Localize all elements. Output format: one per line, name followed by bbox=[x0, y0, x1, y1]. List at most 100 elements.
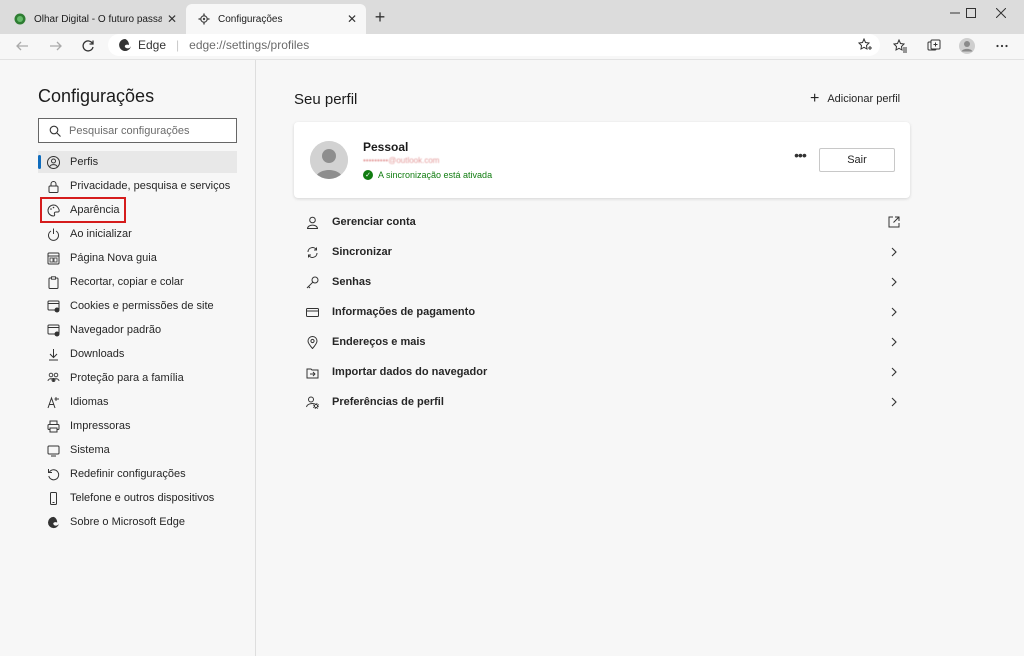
row-label: Endereços e mais bbox=[332, 336, 426, 348]
row-label: Sincronizar bbox=[332, 246, 392, 258]
profile-settings-icon bbox=[304, 394, 320, 410]
sidebar-item-label: Página Nova guia bbox=[70, 252, 157, 264]
row-importar-dados[interactable]: Importar dados do navegador bbox=[294, 357, 910, 387]
favorites-icon bbox=[893, 39, 907, 53]
avatar bbox=[310, 141, 348, 179]
settings-sidebar: Configurações Perfis Privacidade, pesqui… bbox=[0, 60, 256, 656]
profile-icon bbox=[46, 155, 60, 169]
row-label: Senhas bbox=[332, 276, 372, 288]
phone-icon bbox=[46, 491, 60, 505]
tab-title: Configurações bbox=[218, 13, 283, 25]
row-label: Importar dados do navegador bbox=[332, 366, 488, 378]
chevron-right-icon bbox=[886, 394, 902, 410]
add-profile-button[interactable]: + Adicionar perfil bbox=[810, 90, 900, 108]
settings-more-button[interactable] bbox=[992, 36, 1012, 56]
sidebar-item-pagina-nova-guia[interactable]: Página Nova guia bbox=[38, 247, 237, 269]
profile-name: Pessoal bbox=[363, 140, 409, 154]
row-gerenciar-conta[interactable]: Gerenciar conta bbox=[294, 207, 910, 237]
sidebar-item-label: Proteção para a família bbox=[70, 372, 184, 384]
sign-out-button[interactable]: Sair bbox=[819, 148, 895, 172]
avatar-icon bbox=[959, 38, 975, 54]
search-input[interactable] bbox=[69, 124, 219, 137]
sidebar-item-redefinir[interactable]: Redefinir configurações bbox=[38, 463, 237, 485]
gear-icon bbox=[198, 13, 210, 25]
profile-button[interactable] bbox=[957, 36, 977, 56]
sidebar-item-idiomas[interactable]: Idiomas bbox=[38, 391, 237, 413]
new-tab-page-icon bbox=[46, 251, 60, 265]
close-tab-icon[interactable]: ✕ bbox=[162, 12, 182, 26]
arrow-left-icon bbox=[16, 41, 28, 51]
chevron-right-icon bbox=[886, 244, 902, 260]
refresh-button[interactable] bbox=[78, 36, 98, 56]
sidebar-item-telefone[interactable]: Telefone e outros dispositivos bbox=[38, 487, 237, 509]
profile-card: Pessoal •••••••••@outlook.com ✓ A sincro… bbox=[294, 122, 910, 198]
sync-icon bbox=[304, 244, 320, 260]
person-icon bbox=[304, 214, 320, 230]
sidebar-item-label: Impressoras bbox=[70, 420, 131, 432]
favorites-button[interactable] bbox=[890, 36, 910, 56]
language-icon bbox=[46, 395, 60, 409]
collections-icon bbox=[927, 39, 941, 51]
row-senhas[interactable]: Senhas bbox=[294, 267, 910, 297]
highlight-annotation-aparencia bbox=[40, 197, 126, 223]
row-pagamento[interactable]: Informações de pagamento bbox=[294, 297, 910, 327]
sidebar-item-perfis[interactable]: Perfis bbox=[38, 151, 237, 173]
check-icon: ✓ bbox=[363, 170, 373, 180]
sidebar-item-label: Navegador padrão bbox=[70, 324, 162, 336]
sidebar-item-sobre[interactable]: Sobre o Microsoft Edge bbox=[38, 511, 237, 533]
sidebar-item-navegador-padrao[interactable]: Navegador padrão bbox=[38, 319, 237, 341]
add-favorite-icon[interactable] bbox=[858, 38, 872, 52]
sidebar-title: Configurações bbox=[38, 86, 155, 106]
more-icon bbox=[996, 44, 1008, 48]
sidebar-item-downloads[interactable]: Downloads bbox=[38, 343, 237, 365]
address-brand: Edge bbox=[138, 38, 167, 52]
edge-logo-icon bbox=[46, 515, 60, 529]
sidebar-item-impressoras[interactable]: Impressoras bbox=[38, 415, 237, 437]
new-tab-button[interactable]: + bbox=[370, 8, 390, 28]
search-box[interactable] bbox=[38, 118, 237, 143]
sidebar-item-label: Recortar, copiar e colar bbox=[70, 276, 184, 288]
reset-icon bbox=[46, 467, 60, 481]
row-label: Preferências de perfil bbox=[332, 396, 444, 408]
row-sincronizar[interactable]: Sincronizar bbox=[294, 237, 910, 267]
sidebar-item-label: Privacidade, pesquisa e serviços bbox=[70, 180, 231, 192]
address-bar[interactable]: Edge | edge://settings/profiles bbox=[108, 34, 880, 56]
sidebar-item-label: Redefinir configurações bbox=[70, 468, 186, 480]
tab-olhar-digital[interactable]: Olhar Digital - O futuro passa p… ✕ bbox=[2, 4, 186, 34]
tab-configuracoes[interactable]: Configurações ✕ bbox=[186, 4, 366, 34]
forward-button[interactable] bbox=[46, 36, 66, 56]
browser-toolbar: Edge | edge://settings/profiles bbox=[0, 34, 1024, 58]
sidebar-item-ao-inicializar[interactable]: Ao inicializar bbox=[38, 223, 237, 245]
profile-email: •••••••••@outlook.com bbox=[363, 156, 440, 165]
profile-more-button[interactable]: ••• bbox=[790, 148, 810, 166]
lock-icon bbox=[46, 179, 60, 193]
page-title: Seu perfil bbox=[294, 91, 358, 108]
close-tab-icon[interactable]: ✕ bbox=[342, 12, 362, 26]
sidebar-item-cookies[interactable]: Cookies e permissões de site bbox=[38, 295, 237, 317]
sidebar-item-privacidade[interactable]: Privacidade, pesquisa e serviços bbox=[38, 175, 237, 197]
sidebar-item-label: Cookies e permissões de site bbox=[70, 300, 214, 312]
collections-button[interactable] bbox=[924, 36, 944, 56]
row-preferencias-perfil[interactable]: Preferências de perfil bbox=[294, 387, 910, 417]
avatar-icon bbox=[310, 141, 348, 179]
sync-status: ✓ A sincronização está ativada bbox=[363, 170, 492, 180]
sidebar-item-label: Downloads bbox=[70, 348, 125, 360]
sidebar-item-protecao-familia[interactable]: Proteção para a família bbox=[38, 367, 237, 389]
olhar-digital-favicon-icon bbox=[14, 13, 26, 25]
close-window-button[interactable] bbox=[978, 0, 1024, 26]
key-icon bbox=[304, 274, 320, 290]
arrow-right-icon bbox=[50, 41, 62, 51]
sidebar-item-recortar-copiar-colar[interactable]: Recortar, copiar e colar bbox=[38, 271, 237, 293]
address-url[interactable]: edge://settings/profiles bbox=[189, 38, 309, 52]
refresh-icon bbox=[82, 40, 94, 52]
address-separator: | bbox=[176, 38, 180, 52]
default-browser-icon bbox=[46, 323, 60, 337]
add-profile-label: Adicionar perfil bbox=[827, 93, 901, 105]
close-icon bbox=[996, 8, 1006, 18]
chevron-right-icon bbox=[886, 334, 902, 350]
chevron-right-icon bbox=[886, 304, 902, 320]
sidebar-item-sistema[interactable]: Sistema bbox=[38, 439, 237, 461]
row-enderecos[interactable]: Endereços e mais bbox=[294, 327, 910, 357]
download-icon bbox=[46, 347, 60, 361]
back-button[interactable] bbox=[12, 36, 32, 56]
